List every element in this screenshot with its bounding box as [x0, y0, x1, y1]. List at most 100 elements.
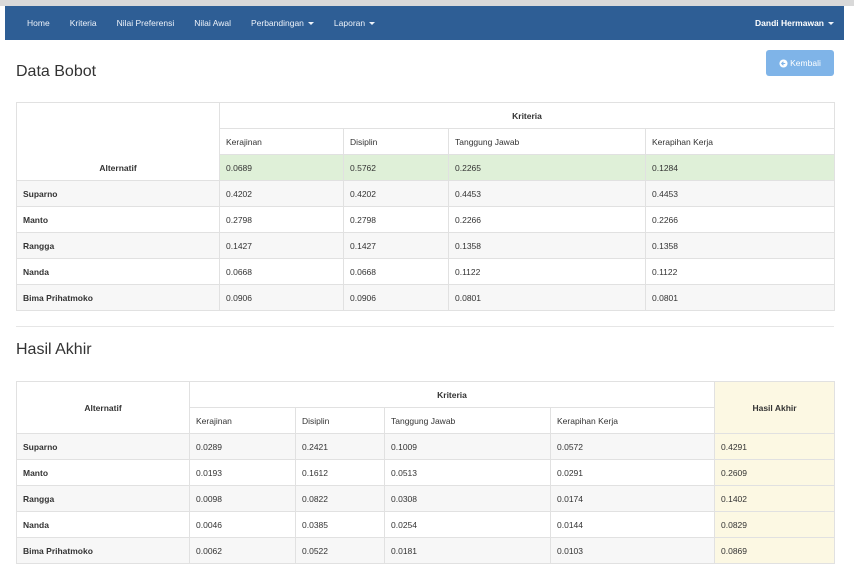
table-cell: 0.1358 [448, 232, 646, 259]
table-cell: 0.0906 [343, 284, 449, 311]
column-header-kerajinan: Kerajinan [219, 128, 344, 155]
table-cell: 0.0513 [384, 459, 551, 486]
table-cell: 0.4453 [448, 180, 646, 207]
weight-cell: 0.0689 [219, 154, 344, 181]
alternatif-header: Alternatif [16, 102, 220, 181]
table-cell: 0.4202 [343, 180, 449, 207]
weight-cell: 0.1284 [644, 154, 836, 181]
hasil-akhir-title: Hasil Akhir [16, 341, 92, 358]
table-cell: 0.0174 [549, 485, 716, 512]
table-row: Nanda 0.0046 0.0385 0.0254 0.0144 0.0829 [16, 511, 836, 538]
column-header-kerajinan: Kerajinan [189, 407, 296, 434]
alternatif-header: Alternatif [16, 381, 190, 434]
arrow-left-icon [779, 58, 788, 68]
nav-nilai-preferensi[interactable]: Nilai Preferensi [117, 18, 175, 28]
column-header-kerapihan-kerja: Kerapihan Kerja [549, 407, 716, 434]
result-cell: 0.0869 [714, 537, 836, 564]
table-cell: 0.1122 [644, 258, 836, 285]
result-cell: 0.2609 [714, 459, 836, 486]
row-name: Nanda [16, 258, 220, 285]
row-name: Suparno [16, 433, 190, 460]
result-cell: 0.0829 [714, 511, 836, 538]
table-cell: 0.1009 [384, 433, 551, 460]
table-cell: 0.2798 [219, 206, 344, 233]
table-cell: 0.2421 [295, 433, 385, 460]
table-row: Bima Prihatmoko 0.0906 0.0906 0.0801 0.0… [16, 284, 836, 311]
section-divider [16, 326, 834, 327]
hasil-akhir-table: Alternatif Kriteria Hasil Akhir Kerajina… [16, 381, 836, 564]
table-cell: 0.0046 [189, 511, 296, 538]
table-cell: 0.0668 [219, 258, 344, 285]
nav-laporan-dropdown[interactable]: Laporan [334, 18, 376, 28]
table-cell: 0.1427 [219, 232, 344, 259]
table-cell: 0.0181 [384, 537, 551, 564]
weight-cell: 0.2265 [448, 154, 646, 181]
kriteria-header: Kriteria [218, 102, 836, 129]
caret-down-icon [828, 22, 834, 26]
user-menu-dropdown[interactable]: Dandi Hermawan [755, 18, 834, 28]
row-name: Manto [16, 206, 220, 233]
column-header-kerapihan-kerja: Kerapihan Kerja [644, 128, 836, 155]
table-cell: 0.0801 [644, 284, 836, 311]
row-name: Nanda [16, 511, 190, 538]
column-header-tanggung-jawab: Tanggung Jawab [448, 128, 646, 155]
table-cell: 0.0801 [448, 284, 646, 311]
row-name: Rangga [16, 232, 220, 259]
nav-kriteria[interactable]: Kriteria [70, 18, 97, 28]
data-bobot-title: Data Bobot [16, 63, 97, 80]
table-cell: 0.0103 [549, 537, 716, 564]
data-bobot-table: Alternatif Kriteria Kerajinan Disiplin T… [16, 102, 836, 311]
table-cell: 0.0906 [219, 284, 344, 311]
caret-down-icon [307, 22, 314, 26]
table-cell: 0.4453 [644, 180, 836, 207]
nav-menu: Home Kriteria Nilai Preferensi Nilai Awa… [17, 18, 385, 28]
table-cell: 0.0144 [549, 511, 716, 538]
table-cell: 0.0522 [295, 537, 385, 564]
table-cell: 0.0668 [343, 258, 449, 285]
table-cell: 0.0822 [295, 485, 385, 512]
table-cell: 0.0289 [189, 433, 296, 460]
result-cell: 0.4291 [714, 433, 836, 460]
table-cell: 0.1358 [644, 232, 836, 259]
row-name: Manto [16, 459, 190, 486]
column-header-disiplin: Disiplin [295, 407, 385, 434]
column-header-disiplin: Disiplin [343, 128, 449, 155]
column-header-tanggung-jawab: Tanggung Jawab [384, 407, 551, 434]
row-name: Bima Prihatmoko [16, 284, 220, 311]
table-cell: 0.0062 [189, 537, 296, 564]
caret-down-icon [369, 22, 376, 26]
kriteria-header: Kriteria [188, 381, 716, 408]
table-row: Manto 0.0193 0.1612 0.0513 0.0291 0.2609 [16, 459, 836, 486]
table-cell: 0.0572 [549, 433, 716, 460]
table-row: Bima Prihatmoko 0.0062 0.0522 0.0181 0.0… [16, 537, 836, 564]
table-cell: 0.2266 [644, 206, 836, 233]
table-cell: 0.2266 [448, 206, 646, 233]
table-row: Suparno 0.0289 0.2421 0.1009 0.0572 0.42… [16, 433, 836, 460]
row-name: Rangga [16, 485, 190, 512]
table-row: Nanda 0.0668 0.0668 0.1122 0.1122 [16, 258, 836, 285]
row-name: Bima Prihatmoko [16, 537, 190, 564]
table-cell: 0.0308 [384, 485, 551, 512]
table-row: Suparno 0.4202 0.4202 0.4453 0.4453 [16, 180, 836, 207]
table-cell: 0.0385 [295, 511, 385, 538]
table-cell: 0.0098 [189, 485, 296, 512]
nav-nilai-awal[interactable]: Nilai Awal [194, 18, 231, 28]
nav-home[interactable]: Home [27, 18, 50, 28]
table-cell: 0.1612 [295, 459, 385, 486]
row-name: Suparno [16, 180, 220, 207]
result-cell: 0.1402 [714, 485, 836, 512]
table-row: Rangga 0.1427 0.1427 0.1358 0.1358 [16, 232, 836, 259]
navbar: Home Kriteria Nilai Preferensi Nilai Awa… [5, 6, 844, 40]
hasil-akhir-header: Hasil Akhir [714, 381, 836, 434]
table-cell: 0.1122 [448, 258, 646, 285]
table-cell: 0.4202 [219, 180, 344, 207]
table-cell: 0.2798 [343, 206, 449, 233]
table-cell: 0.1427 [343, 232, 449, 259]
table-cell: 0.0254 [384, 511, 551, 538]
table-row: Rangga 0.0098 0.0822 0.0308 0.0174 0.140… [16, 485, 836, 512]
weight-cell: 0.5762 [343, 154, 449, 181]
table-row: Manto 0.2798 0.2798 0.2266 0.2266 [16, 206, 836, 233]
nav-perbandingan-dropdown[interactable]: Perbandingan [251, 18, 314, 28]
kembali-button[interactable]: Kembali [766, 50, 834, 76]
table-cell: 0.0291 [549, 459, 716, 486]
